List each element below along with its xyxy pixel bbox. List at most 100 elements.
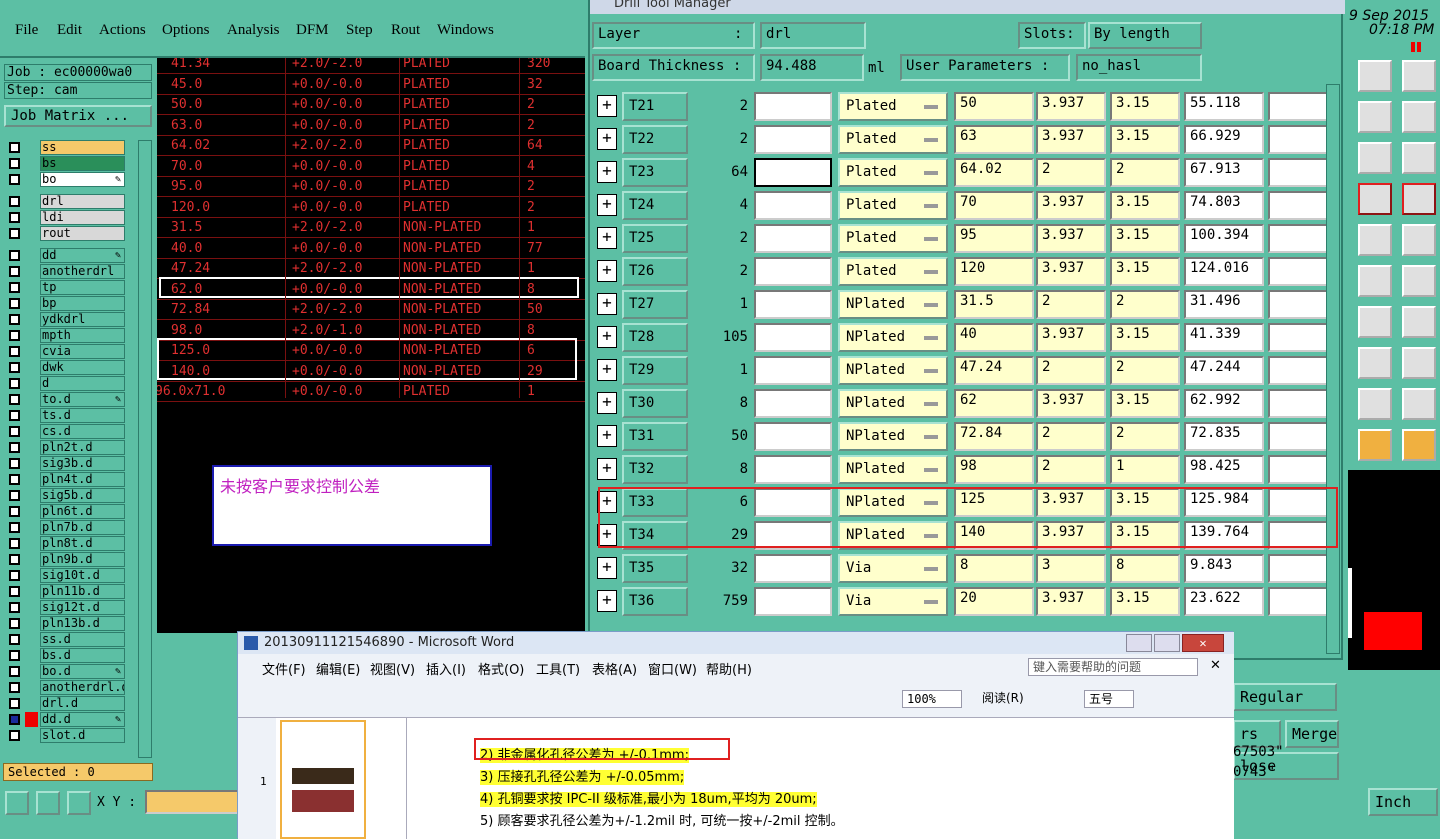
tool-tol-plus[interactable]: 3.937 (1036, 389, 1106, 418)
shapes-icon[interactable] (1402, 347, 1436, 379)
layer-name[interactable]: anotherdrl (40, 264, 125, 279)
layer-row-ss.d[interactable]: ss.d (4, 632, 126, 647)
menu-actions[interactable]: Actions (99, 22, 146, 39)
layer-name[interactable]: sig12t.d (40, 600, 125, 615)
menu-analysis[interactable]: Analysis (227, 22, 280, 39)
word-menu-table[interactable]: 表格(A) (592, 659, 637, 678)
help-search-input[interactable]: 键入需要帮助的问题 (1028, 658, 1198, 676)
layer-checkbox[interactable] (9, 570, 20, 581)
window-icon[interactable] (1402, 60, 1436, 92)
tool-blank-field[interactable] (754, 158, 832, 187)
tool-table-scrollbar[interactable] (1326, 84, 1340, 654)
layer-row-cvia[interactable]: cvia (4, 344, 126, 359)
tool-id[interactable]: T27 (622, 290, 688, 319)
tool-type-dropdown[interactable]: Plated (838, 191, 948, 220)
tool-drill-size[interactable]: 55.118 (1184, 92, 1264, 121)
word-menu-view[interactable]: 视图(V) (370, 659, 415, 678)
tool-blank-field[interactable] (754, 455, 832, 484)
layer-row-anotherdrl[interactable]: anotherdrl (4, 264, 126, 279)
layer-name[interactable]: ydkdrl (40, 312, 125, 327)
layer-checkbox[interactable] (9, 602, 20, 613)
layer-row-bs[interactable]: bs (4, 156, 126, 171)
stop-icon[interactable] (1402, 224, 1436, 256)
layer-row-pln4t.d[interactable]: pln4t.d (4, 472, 126, 487)
tool-tol-minus[interactable]: 2 (1110, 356, 1180, 385)
layer-name[interactable]: bs.d (40, 648, 125, 663)
tool-type-dropdown[interactable]: NPlated (838, 356, 948, 385)
layer-name[interactable]: ss (40, 140, 125, 155)
mirror-icon[interactable] (1402, 306, 1436, 338)
layer-name[interactable]: cvia (40, 344, 125, 359)
layer-checkbox[interactable] (9, 522, 20, 533)
units-dropdown[interactable]: Inch (1368, 788, 1438, 816)
tool-id[interactable]: T29 (622, 356, 688, 385)
tool-blank-field[interactable] (754, 125, 832, 154)
layer-row-pln6t.d[interactable]: pln6t.d (4, 504, 126, 519)
tool-tol-plus[interactable]: 3.937 (1036, 125, 1106, 154)
layer-name[interactable]: bs (40, 156, 125, 171)
layer-checkbox[interactable] (9, 228, 20, 239)
layer-row-sig5b.d[interactable]: sig5b.d (4, 488, 126, 503)
read-mode-button[interactable]: 阅读(R) (978, 690, 1058, 708)
layer-row-slot.d[interactable]: slot.d (4, 728, 126, 743)
zoom-area-icon[interactable] (5, 791, 29, 815)
grid-icon[interactable] (67, 791, 91, 815)
layer-row-drl.d[interactable]: drl.d (4, 696, 126, 711)
tool-finish-size[interactable]: 50 (954, 92, 1034, 121)
layer-list-scrollbar[interactable] (138, 140, 152, 758)
word-menu-window[interactable]: 窗口(W) (648, 659, 697, 678)
tool-id[interactable]: T31 (622, 422, 688, 451)
layer-checkbox[interactable] (9, 458, 20, 469)
cursor-icon[interactable] (1358, 429, 1392, 461)
tool-id[interactable]: T26 (622, 257, 688, 286)
layer-checkbox[interactable] (9, 142, 20, 153)
tool-finish-size[interactable]: 64.02 (954, 158, 1034, 187)
layer-name[interactable]: bo.d ✎ (40, 664, 125, 679)
layer-checkbox[interactable] (9, 442, 20, 453)
tool-finish-size[interactable]: 31.5 (954, 290, 1034, 319)
layer-name[interactable]: rout (40, 226, 125, 241)
layer-name[interactable]: pln4t.d (40, 472, 125, 487)
tool-tol-plus[interactable]: 2 (1036, 455, 1106, 484)
layer-row-ts.d[interactable]: ts.d (4, 408, 126, 423)
layer-checkbox[interactable] (9, 650, 20, 661)
maximize-button[interactable] (1154, 634, 1180, 652)
layer-name[interactable]: d (40, 376, 125, 391)
word-document[interactable]: 1 2) 非金属化孔径公差为 +/-0.1mm; 3) 压接孔孔径公差为 +/-… (238, 718, 1234, 839)
tool-tol-minus[interactable]: 1 (1110, 455, 1180, 484)
layer-checkbox[interactable] (9, 362, 20, 373)
layers-b-icon[interactable] (1402, 183, 1436, 215)
tool-type-dropdown[interactable]: NPlated (838, 389, 948, 418)
tool-extra-field[interactable] (1268, 356, 1328, 385)
tool-blank-field[interactable] (754, 356, 832, 385)
expand-icon[interactable]: + (597, 260, 617, 282)
tool-finish-size[interactable]: 120 (954, 257, 1034, 286)
layer-name[interactable]: ldi (40, 210, 125, 225)
layer-name[interactable]: sig10t.d (40, 568, 125, 583)
tool-finish-size[interactable]: 72.84 (954, 422, 1034, 451)
tool-drill-size[interactable]: 100.394 (1184, 224, 1264, 253)
layer-name[interactable]: pln13b.d (40, 616, 125, 631)
menu-file[interactable]: File (15, 22, 38, 39)
layer-checkbox[interactable] (9, 474, 20, 485)
tool-drill-size[interactable]: 72.835 (1184, 422, 1264, 451)
layer-checkbox[interactable] (9, 282, 20, 293)
layer-checkbox[interactable] (9, 618, 20, 629)
tool-blank-field[interactable] (754, 389, 832, 418)
tool-extra-field[interactable] (1268, 191, 1328, 220)
layer-name[interactable]: pln7b.d (40, 520, 125, 535)
regular-button[interactable]: Regular (1233, 683, 1337, 711)
tool-extra-field[interactable] (1268, 224, 1328, 253)
layer-name[interactable]: tp (40, 280, 125, 295)
tool-drill-size[interactable]: 98.425 (1184, 455, 1264, 484)
layer-checkbox[interactable] (9, 378, 20, 389)
tool-id[interactable]: T25 (622, 224, 688, 253)
tool-type-dropdown[interactable]: Plated (838, 92, 948, 121)
layer-checkbox[interactable] (9, 158, 20, 169)
tool-finish-size[interactable]: 40 (954, 323, 1034, 352)
expand-icon[interactable]: + (597, 557, 617, 579)
layer-checkbox[interactable] (9, 554, 20, 565)
tool-blank-field[interactable] (754, 290, 832, 319)
layer-row-pln9b.d[interactable]: pln9b.d (4, 552, 126, 567)
tool-extra-field[interactable] (1268, 323, 1328, 352)
